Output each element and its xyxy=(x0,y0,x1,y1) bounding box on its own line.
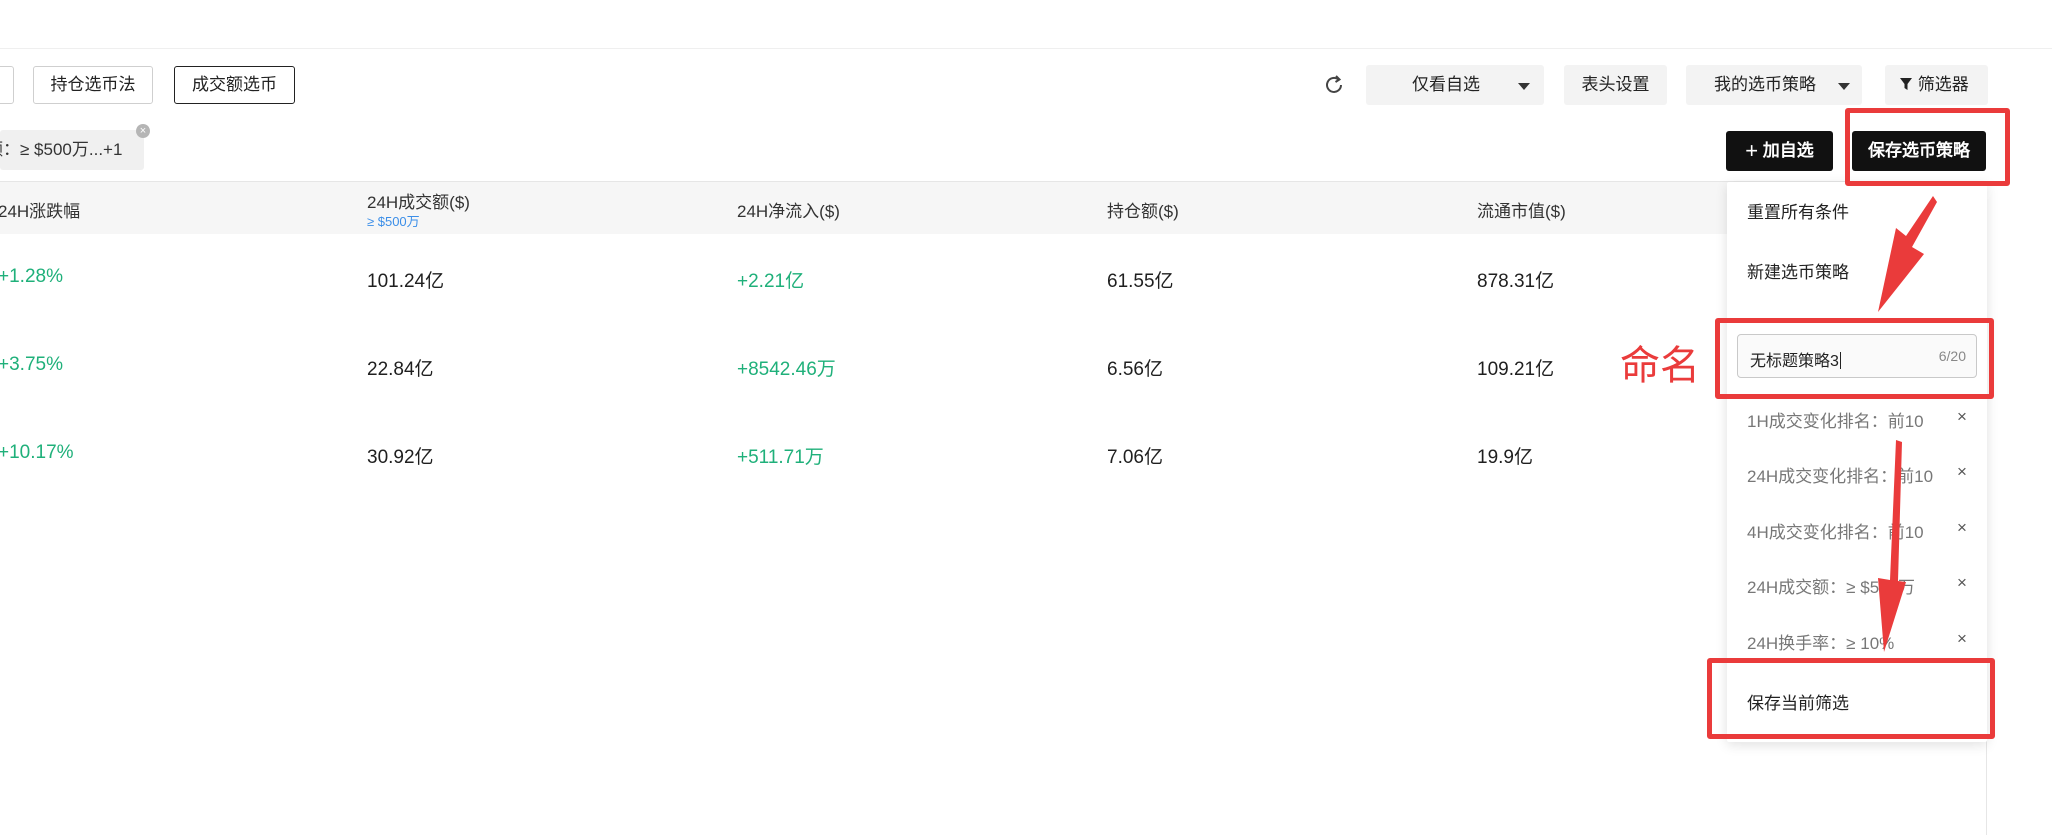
annotation-arrows xyxy=(1878,196,1937,652)
arrow-to-name-input xyxy=(1878,196,1937,312)
arrow-to-save-current xyxy=(1878,440,1906,652)
